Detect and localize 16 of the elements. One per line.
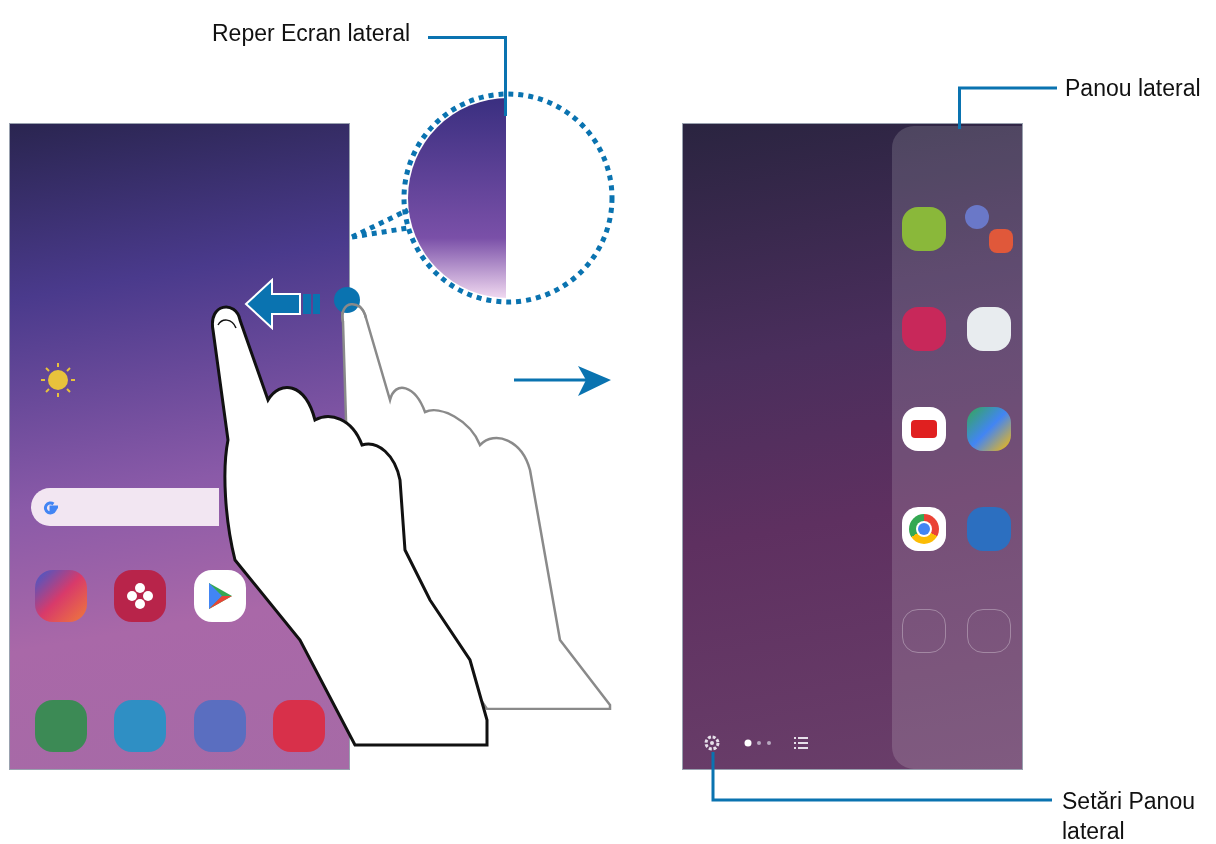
add-app-button[interactable] <box>902 609 946 653</box>
page-indicator-icon <box>744 739 774 747</box>
sun-icon <box>40 362 76 398</box>
callout-label: Reper Ecran lateral <box>212 19 412 48</box>
settings-icon[interactable] <box>704 735 720 751</box>
search-bar[interactable] <box>31 488 219 526</box>
add-app-button[interactable] <box>967 609 1011 653</box>
store-app-icon[interactable] <box>35 570 87 622</box>
right-arrow-icon <box>514 365 612 397</box>
swipe-arrow-icon <box>244 278 322 330</box>
browser-app-icon[interactable] <box>902 507 946 551</box>
play-app-icon[interactable] <box>194 570 246 622</box>
callout-label: Panou lateral <box>1065 74 1202 103</box>
video-app-icon[interactable] <box>902 407 946 451</box>
list-icon[interactable] <box>794 737 808 749</box>
callout-label: Setări Panou lateral <box>1062 787 1196 844</box>
